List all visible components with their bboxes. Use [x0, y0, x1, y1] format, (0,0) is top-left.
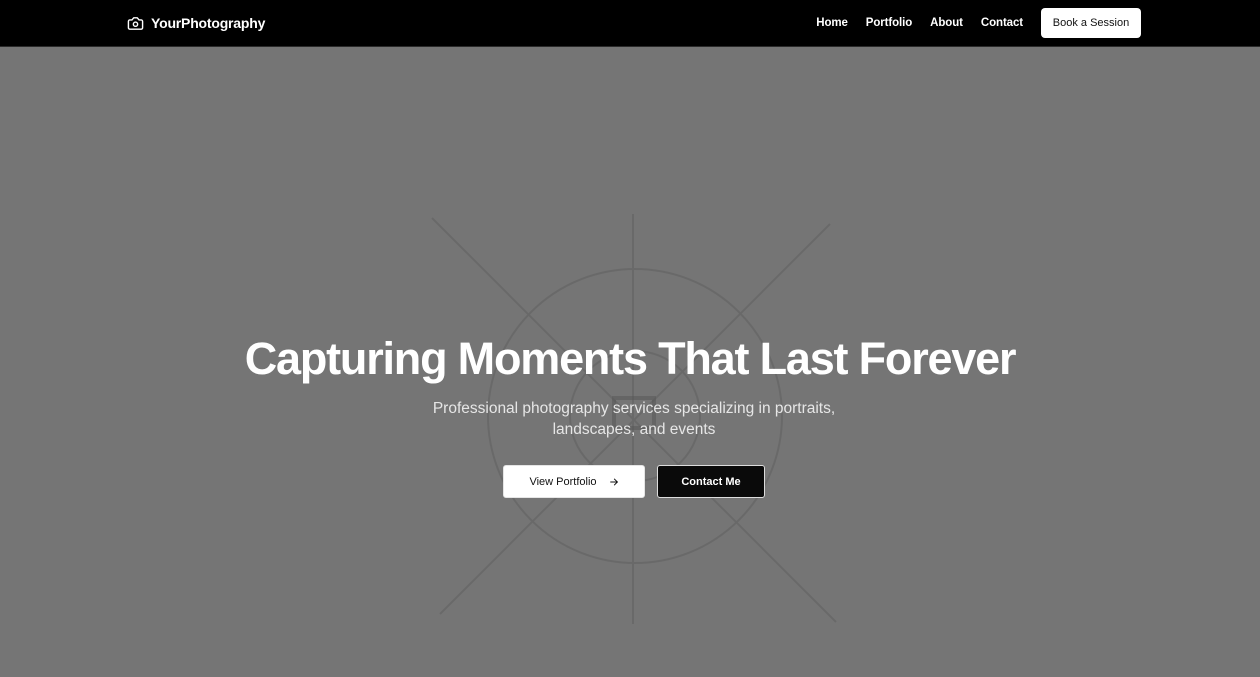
- navbar: YourPhotography Home Portfolio About Con…: [0, 0, 1260, 47]
- hero-subtitle: Professional photography services specia…: [432, 400, 836, 438]
- book-session-button[interactable]: Book a Session: [1041, 8, 1141, 38]
- view-portfolio-label: View Portfolio: [529, 475, 597, 488]
- nav-link-home[interactable]: Home: [816, 14, 848, 32]
- camera-icon: [127, 16, 144, 30]
- arrow-right-icon: [609, 478, 618, 485]
- view-portfolio-button[interactable]: View Portfolio: [503, 465, 645, 498]
- nav-link-about[interactable]: About: [930, 14, 963, 32]
- hero-section: Capturing Moments That Last Forever Prof…: [0, 48, 1260, 677]
- contact-me-button[interactable]: Contact Me: [657, 465, 765, 498]
- brand-name: YourPhotography: [151, 15, 266, 31]
- nav-menu: Home Portfolio About Contact: [816, 14, 1023, 32]
- hero-button-group: View Portfolio Contact Me: [503, 465, 765, 498]
- brand-logo-link[interactable]: YourPhotography: [127, 12, 265, 34]
- hero-title: Capturing Moments That Last Forever: [244, 333, 1017, 384]
- nav-link-portfolio[interactable]: Portfolio: [866, 14, 912, 32]
- nav-link-contact[interactable]: Contact: [981, 14, 1023, 32]
